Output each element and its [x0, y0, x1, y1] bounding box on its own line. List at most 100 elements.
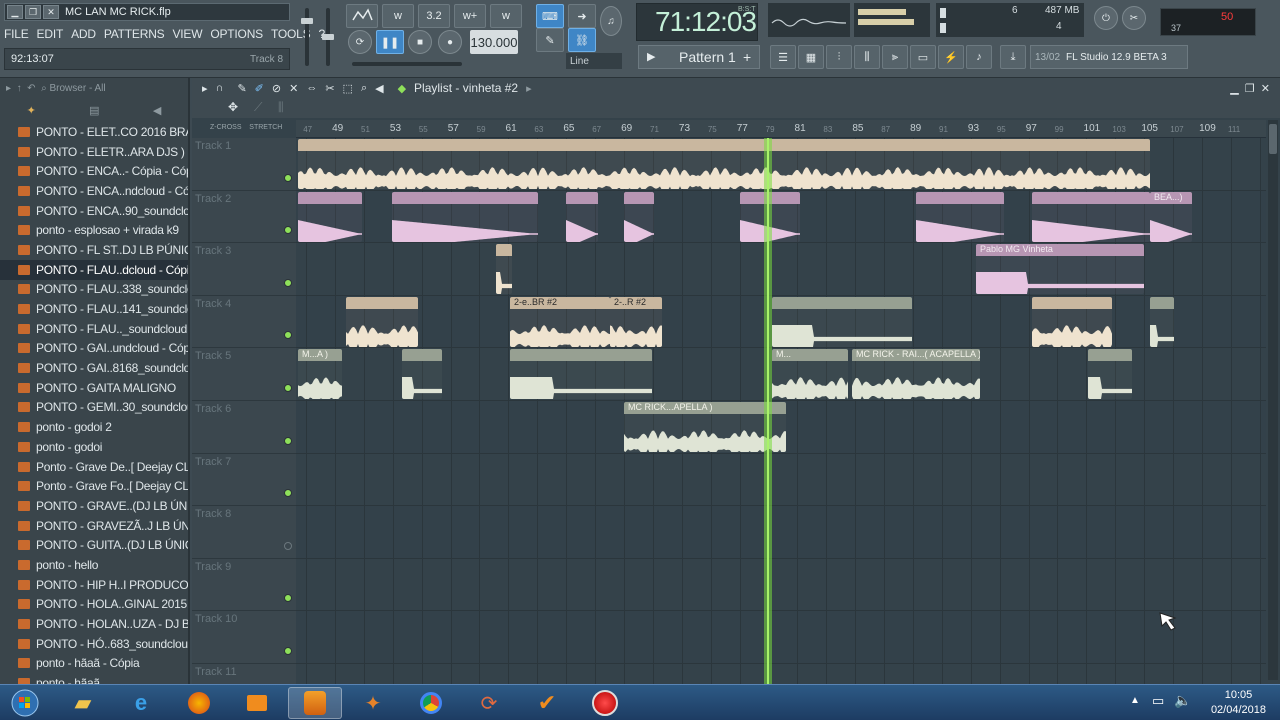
menu-patterns[interactable]: PATTERNS	[104, 27, 165, 41]
audio-clip[interactable]: 2-e..BR #2	[510, 296, 610, 347]
metronome-icon[interactable]: ♫	[600, 6, 622, 36]
playlist-arrow-icon[interactable]: ▸	[526, 82, 532, 95]
audio-clip[interactable]	[566, 191, 598, 242]
master-volume-slider[interactable]	[301, 8, 313, 66]
track-lane[interactable]	[296, 454, 1266, 507]
system-clock[interactable]: 10:05 02/04/2018	[1211, 688, 1266, 718]
typing-keyboard-button[interactable]: ⌨	[536, 4, 564, 28]
countdown-button[interactable]: 3.2	[418, 4, 450, 28]
clip-header[interactable]	[1032, 296, 1112, 309]
wait-input-button[interactable]: w	[382, 4, 414, 28]
clip-header[interactable]	[772, 296, 912, 309]
browser-item[interactable]: PONTO - GAI..8168_soundcloud	[0, 358, 188, 378]
pattern-toggle-icon[interactable]: ◆	[398, 82, 406, 95]
mixer-button[interactable]: ⫼	[854, 45, 880, 69]
tempo-tapper-button[interactable]: ♪	[966, 45, 992, 69]
browser-item[interactable]: PONTO - ELET..CO 2016 BRABO	[0, 122, 188, 142]
taskbar-app-2[interactable]: ✦	[346, 687, 400, 719]
browser-item[interactable]: PONTO - GEMI..30_soundcloud	[0, 398, 188, 418]
stop-button[interactable]: ■	[408, 30, 432, 54]
track-header[interactable]: Track 4	[192, 296, 296, 349]
clip-header[interactable]	[1088, 349, 1132, 362]
download-button[interactable]: ⤓	[1000, 45, 1026, 69]
clip-header[interactable]	[298, 139, 1150, 151]
track-mute-led[interactable]	[284, 331, 292, 340]
tools-icon[interactable]: ✂	[1122, 6, 1146, 30]
playhead[interactable]	[767, 138, 769, 684]
restore-icon[interactable]: ❐	[25, 5, 41, 19]
browser-item[interactable]: PONTO - ELETR..ARA DJS ) 2016	[0, 142, 188, 162]
track-lane[interactable]	[296, 611, 1266, 664]
audio-clip[interactable]	[1088, 349, 1132, 400]
browser-item[interactable]: ponto - godoi	[0, 437, 188, 457]
audio-clip[interactable]: MC RICK...APELLA )	[624, 402, 786, 452]
news-panel[interactable]: 13/02 FL Studio 12.9 BETA 3	[1030, 45, 1188, 69]
tray-arrow-icon[interactable]: ▲	[1130, 695, 1140, 706]
clip-header[interactable]: BEA...)	[1150, 191, 1192, 204]
main-position-slider[interactable]	[352, 62, 462, 66]
track-mute-led[interactable]	[284, 278, 292, 287]
clip-header[interactable]: M...	[772, 349, 848, 362]
audio-clip[interactable]	[1150, 296, 1174, 347]
browser-item[interactable]: PONTO - GRAVEZÃ..J LB ÚNICO))	[0, 516, 188, 536]
arrow-icon[interactable]: ▸	[6, 83, 11, 94]
browser-item[interactable]: PONTO - FLAU..dcloud - Cópia	[0, 259, 188, 280]
audio-clip[interactable]: MC RICK - RAI...( ACAPELLA )	[852, 349, 980, 400]
clip-header[interactable]	[496, 244, 512, 257]
menu-options[interactable]: OPTIONS	[210, 27, 263, 41]
audio-clip[interactable]	[496, 244, 512, 295]
clip-header[interactable]	[298, 191, 362, 204]
audio-clip[interactable]: M...A )	[298, 349, 342, 400]
link-button[interactable]: ⛓	[568, 28, 596, 52]
track-lane[interactable]	[296, 506, 1266, 559]
audio-clip[interactable]	[1032, 191, 1150, 242]
browser-item[interactable]: PONTO - FLAU..338_soundcloud	[0, 280, 188, 300]
snap-select[interactable]: Line	[566, 53, 622, 69]
start-button[interactable]	[2, 687, 48, 719]
browser-item[interactable]: PONTO - ENCA..- Cópia - Cópia	[0, 161, 188, 181]
clip-header[interactable]: Pablo MG Vinheta	[976, 244, 1144, 257]
volume-icon[interactable]: 🔈	[1174, 692, 1191, 709]
loop-icon[interactable]: ⟳	[348, 30, 372, 54]
track-mute-led[interactable]	[284, 436, 292, 445]
audio-clip[interactable]	[346, 296, 418, 347]
menu-add[interactable]: ADD	[71, 27, 96, 41]
pause-button[interactable]: ❚❚	[376, 30, 404, 54]
minimize-icon[interactable]: ▁	[7, 5, 23, 19]
power-icon[interactable]: ⏻	[1094, 6, 1118, 30]
track-header[interactable]: Track 11	[192, 664, 296, 684]
crossfade-icon[interactable]: ⟋	[254, 100, 262, 115]
audio-clip[interactable]	[624, 191, 654, 242]
track-mute-led[interactable]	[284, 226, 292, 235]
draw-button[interactable]: ✎	[536, 28, 564, 52]
tempo-display[interactable]: 130.000	[470, 30, 518, 54]
slice-tool-icon[interactable]: ✂	[325, 82, 334, 95]
magnet-icon[interactable]: ∩	[216, 82, 224, 94]
menu-edit[interactable]: EDIT	[37, 27, 64, 41]
audio-clip[interactable]	[772, 296, 912, 347]
track-header[interactable]: Track 7	[192, 454, 296, 507]
browser-item[interactable]: PONTO - ENCA..ndcloud - Cópia	[0, 181, 188, 201]
plugin-button[interactable]: ⚡	[938, 45, 964, 69]
back-icon[interactable]: ↶	[27, 83, 35, 94]
track-mute-led[interactable]	[284, 646, 292, 655]
browser-item[interactable]: PONTO - GRAVE..(DJ LB ÚNICO))	[0, 496, 188, 516]
browser-item[interactable]: Ponto - Grave Fo..[ Deejay CL ])	[0, 476, 188, 496]
audio-clip[interactable]	[298, 139, 1150, 189]
network-icon[interactable]: ▭	[1152, 693, 1164, 709]
audio-clip[interactable]	[510, 349, 652, 400]
clip-header[interactable]	[392, 191, 538, 204]
speaker-icon[interactable]: ◀	[153, 104, 161, 117]
clip-header[interactable]	[510, 349, 652, 362]
taskbar-firefox[interactable]	[172, 687, 226, 719]
up-icon[interactable]: ↑	[17, 83, 22, 94]
zoom-icon[interactable]: ✥	[228, 100, 238, 114]
menu-view[interactable]: VIEW	[172, 27, 202, 41]
audio-clip[interactable]: Pablo MG Vinheta	[976, 244, 1144, 295]
pattern-selector[interactable]: ▶ Pattern 1 +	[638, 45, 760, 69]
master-pitch-slider[interactable]	[322, 8, 334, 66]
browser-item[interactable]: PONTO - ENCA..90_soundcloud	[0, 201, 188, 221]
audio-clip[interactable]: BEA...)	[1150, 191, 1192, 242]
folder-icon[interactable]: ▤	[89, 104, 99, 117]
browser-item[interactable]: ponto - hello	[0, 555, 188, 575]
